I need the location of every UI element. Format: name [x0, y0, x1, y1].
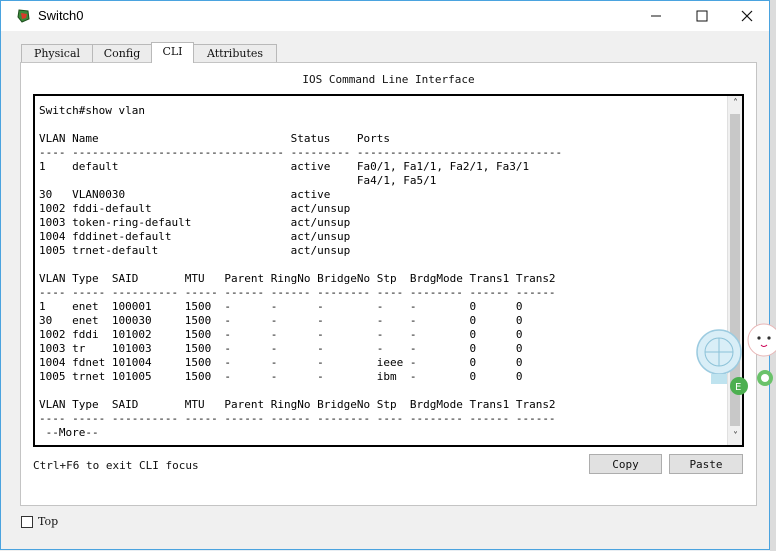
close-icon [741, 10, 753, 22]
minimize-button[interactable] [633, 1, 679, 31]
panel-title: IOS Command Line Interface [302, 73, 475, 86]
scroll-up-arrow-icon[interactable]: ˄ [728, 96, 742, 112]
tab-config[interactable]: Config [92, 44, 152, 63]
background-app-edge-right [770, 0, 776, 551]
mascot-icon[interactable]: E [693, 318, 776, 398]
top-label: Top [38, 515, 59, 528]
scroll-down-arrow-icon[interactable]: ˅ [728, 429, 742, 445]
paste-button[interactable]: Paste [669, 454, 743, 474]
tab-attributes[interactable]: Attributes [193, 44, 277, 63]
maximize-icon [696, 10, 708, 22]
window-title: Switch0 [38, 8, 84, 23]
maximize-button[interactable] [679, 1, 725, 31]
exit-cli-hint: Ctrl+F6 to exit CLI focus [33, 459, 199, 472]
cli-terminal[interactable]: Switch#show vlan VLAN Name Status Ports … [33, 94, 744, 447]
cli-panel: IOS Command Line Interface Switch#show v… [20, 62, 757, 506]
title-bar[interactable]: Switch0 [1, 1, 769, 31]
tab-physical[interactable]: Physical [21, 44, 93, 63]
tab-cli[interactable]: CLI [151, 42, 194, 63]
top-checkbox[interactable] [21, 516, 33, 528]
close-button[interactable] [724, 1, 770, 31]
svg-text:E: E [735, 382, 741, 393]
copy-button[interactable]: Copy [589, 454, 662, 474]
minimize-icon [651, 15, 661, 17]
switch-app-icon [16, 8, 32, 24]
cli-output[interactable]: Switch#show vlan VLAN Name Status Ports … [39, 104, 562, 440]
switch-window: Switch0 Physical Config CLI Attributes I… [0, 0, 770, 550]
